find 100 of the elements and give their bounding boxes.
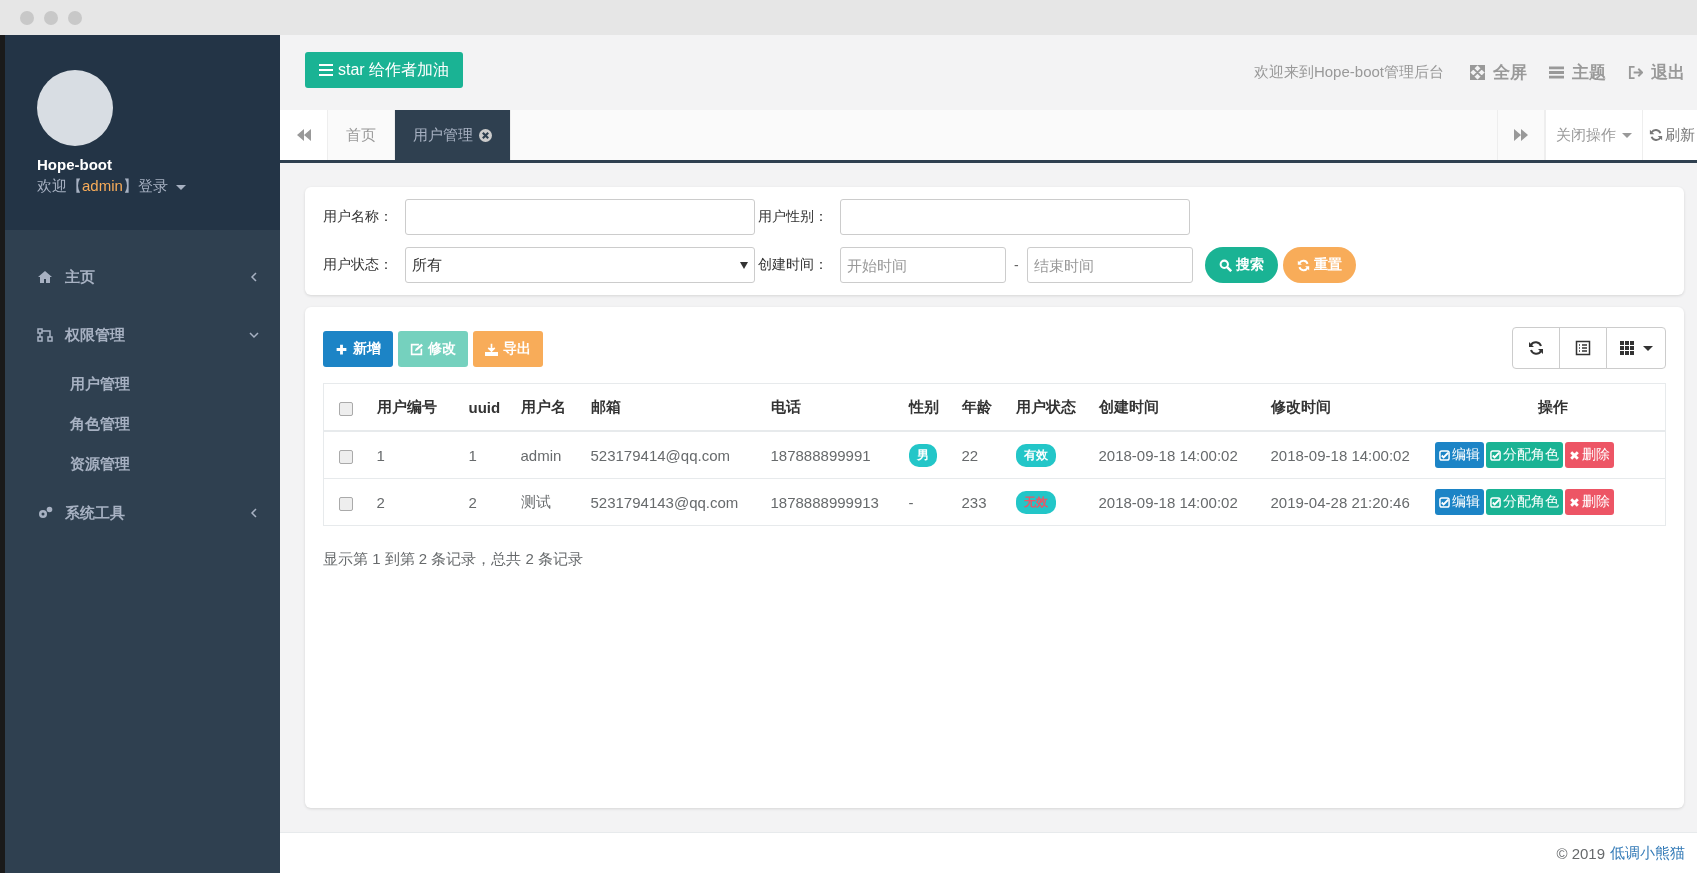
header-action-link[interactable]: 主题 <box>1549 61 1606 84</box>
search-button[interactable]: 搜索 <box>1205 247 1278 283</box>
window-control-dot[interactable] <box>20 10 34 25</box>
table-cell: 233 <box>953 478 1008 526</box>
checkbox-icon <box>1489 449 1501 461</box>
delete-button[interactable]: 删除 <box>1564 489 1614 515</box>
window-control-dot[interactable] <box>44 10 58 25</box>
columns-dropdown[interactable] <box>1606 327 1666 369</box>
close-operations-dropdown[interactable]: 关闭操作 <box>1545 110 1642 160</box>
range-separator: - <box>1014 257 1019 273</box>
search-icon <box>1219 258 1232 272</box>
edit-button[interactable]: 编辑 <box>1434 442 1484 468</box>
column-header: 修改时间 <box>1262 383 1433 431</box>
column-header: 创建时间 <box>1090 383 1263 431</box>
column-header: 操作 <box>1432 383 1666 431</box>
date-field[interactable]: 开始时间 <box>840 247 1006 283</box>
column-header: 邮箱 <box>582 383 763 431</box>
welcome-text: 欢迎来到Hope-boot管理后台 <box>1253 63 1444 82</box>
sidebar-menu-item[interactable]: 主页 <box>5 248 280 306</box>
field-label: 用户状态： <box>323 256 394 274</box>
chevron-icon <box>250 508 258 518</box>
table-cell: - <box>908 493 914 511</box>
sidebar-menu-item[interactable]: 系统工具 <box>5 484 280 542</box>
field-label: 用户名称： <box>323 208 394 226</box>
add-button[interactable]: 新增 <box>323 331 393 367</box>
scroll-left-button[interactable] <box>280 110 328 160</box>
copyright-text: © 2019 <box>1556 844 1605 862</box>
column-header: uuid <box>460 383 513 431</box>
input-field[interactable] <box>405 199 755 235</box>
checkbox-icon <box>1489 496 1501 508</box>
select-all-checkbox[interactable] <box>339 401 353 416</box>
window-control-dot[interactable] <box>68 10 82 25</box>
chevron-icon <box>249 331 259 339</box>
star-button[interactable]: star 给作者加油 <box>305 52 464 88</box>
assign-role-button[interactable]: 分配角色 <box>1485 489 1563 515</box>
table-cell: 2 <box>368 478 461 526</box>
app-name: Hope-boot <box>37 156 113 173</box>
select-field[interactable]: 所有 <box>405 247 755 283</box>
sidebar-menu-item[interactable]: 权限管理 <box>5 306 280 364</box>
double-right-icon <box>1514 129 1528 141</box>
assign-role-button[interactable]: 分配角色 <box>1485 442 1563 468</box>
row-checkbox[interactable] <box>339 496 353 511</box>
input-field[interactable] <box>840 199 1190 235</box>
refresh-button[interactable] <box>1512 327 1560 369</box>
close-icon[interactable] <box>479 128 492 142</box>
row-checkbox[interactable] <box>339 449 353 464</box>
table-cell: 2019-04-28 21:20:46 <box>1262 478 1433 526</box>
sidebar-submenu-item[interactable]: 资源管理 <box>5 444 130 484</box>
expand-arrows-icon <box>1470 65 1485 80</box>
table-cell: 2018-09-18 14:00:02 <box>1090 478 1263 526</box>
table-cell: 1878888999913 <box>762 478 901 526</box>
grid-icon <box>1619 340 1635 356</box>
table-cell: 1 <box>368 431 461 479</box>
table-cell: 测试 <box>512 478 583 526</box>
table-cell: 22 <box>953 431 1008 479</box>
table-cell: 187888899991 <box>762 431 901 479</box>
field-label: 用户性别： <box>758 208 829 226</box>
edit-icon <box>410 342 423 356</box>
close-icon <box>1568 449 1580 461</box>
refresh-icon <box>1649 128 1663 142</box>
checkbox-icon <box>1438 496 1450 508</box>
user-menu-toggle[interactable]: 欢迎【admin】登录 <box>37 177 187 196</box>
toggle-view-button[interactable] <box>1559 327 1607 369</box>
menu-icon <box>319 64 333 76</box>
list-icon <box>1575 340 1591 356</box>
download-icon <box>485 342 498 356</box>
sidebar-submenu-item[interactable]: 用户管理 <box>5 364 130 404</box>
logout-icon <box>1628 65 1643 80</box>
chevron-icon <box>250 272 258 282</box>
sidebar-submenu-item[interactable]: 角色管理 <box>5 404 130 444</box>
column-header: 用户名 <box>512 383 583 431</box>
page-tab[interactable]: 用户管理 <box>395 110 511 160</box>
table-cell: admin <box>512 431 583 479</box>
column-header: 用户状态 <box>1007 383 1091 431</box>
table-cell: 523179414@qq.com <box>582 431 763 479</box>
double-left-icon <box>296 129 311 141</box>
header-action-link[interactable]: 全屏 <box>1470 61 1527 84</box>
plus-icon <box>335 342 348 356</box>
gender-badge: 男 <box>908 443 937 467</box>
refresh-tab-button[interactable]: 刷新 <box>1642 110 1697 160</box>
table-cell: 2018-09-18 14:00:02 <box>1090 431 1263 479</box>
refresh-icon <box>1528 340 1544 356</box>
table-cell: 1 <box>460 431 513 479</box>
refresh-icon <box>1297 258 1310 272</box>
pagination-info: 显示第 1 到第 2 条记录，总共 2 条记录 <box>323 550 584 569</box>
checkbox-icon <box>1438 449 1450 461</box>
gears-icon <box>37 505 53 521</box>
author-link[interactable]: 低调小熊猫 <box>1610 843 1685 863</box>
column-header: 电话 <box>762 383 901 431</box>
table-cell: 5231794143@qq.com <box>582 478 763 526</box>
status-badge: 有效 <box>1015 443 1056 467</box>
column-header: 年龄 <box>953 383 1008 431</box>
date-field[interactable]: 结束时间 <box>1026 247 1193 283</box>
caret-icon <box>740 261 748 269</box>
column-header: 用户编号 <box>368 383 461 431</box>
home-icon <box>37 269 53 285</box>
delete-button[interactable]: 删除 <box>1564 442 1614 468</box>
edit-button[interactable]: 编辑 <box>1434 489 1484 515</box>
header-action-link[interactable]: 退出 <box>1628 61 1685 84</box>
scroll-right-button[interactable] <box>1497 110 1545 160</box>
